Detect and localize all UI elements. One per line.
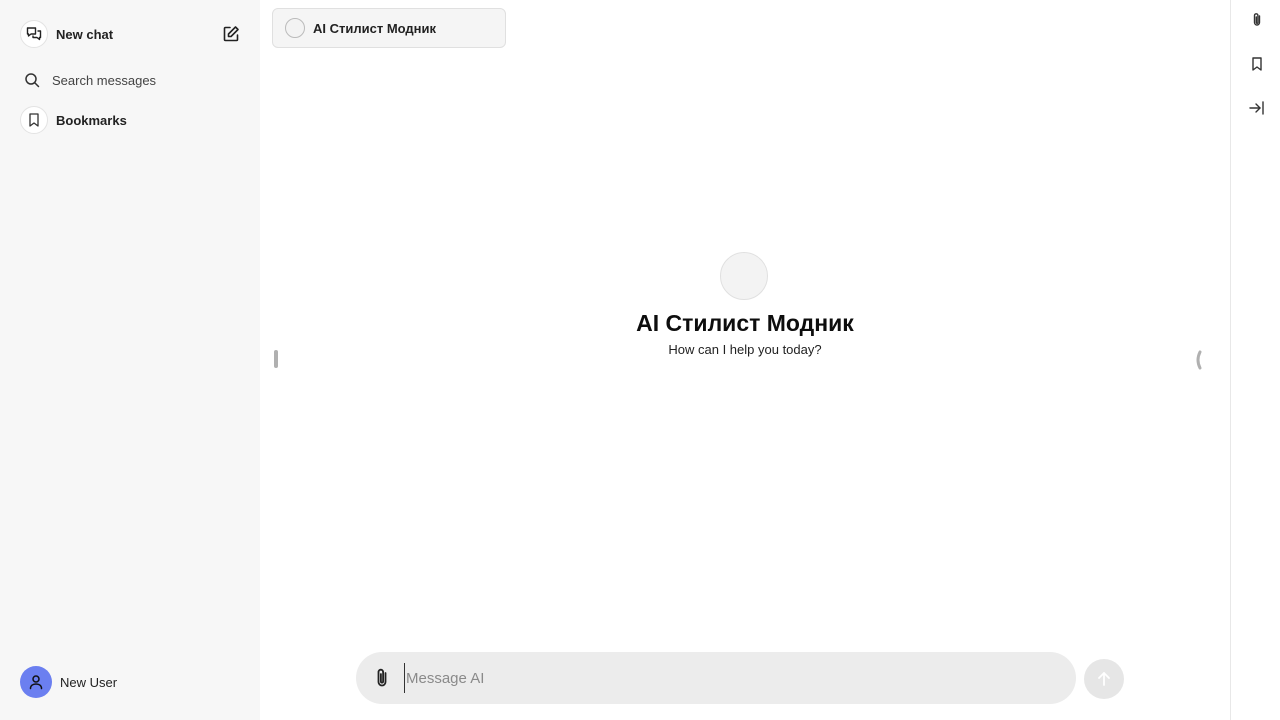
chat-bubbles-icon [20, 20, 48, 48]
avatar [20, 666, 52, 698]
model-selector-label: AI Стилист Модник [313, 20, 437, 36]
app-root: New chat Search messages Bookmarks New U… [0, 0, 1280, 720]
paperclip-icon[interactable] [368, 664, 396, 692]
model-selector[interactable]: AI Стилист Модник [272, 8, 506, 48]
user-icon [29, 675, 43, 690]
right-rail [1230, 0, 1280, 720]
edit-icon[interactable] [220, 23, 242, 45]
search-icon [20, 68, 44, 92]
bookmarks-button[interactable]: Bookmarks [20, 106, 242, 134]
message-composer [356, 652, 1076, 704]
bookmarks-label: Bookmarks [56, 112, 127, 128]
user-name: New User [60, 674, 118, 690]
paperclip-icon[interactable] [1247, 10, 1267, 30]
model-avatar [285, 18, 305, 38]
chat-main: AI Стилист Модник AI Стилист Модник How … [260, 0, 1230, 720]
message-input[interactable] [404, 663, 1076, 693]
assistant-avatar [720, 252, 768, 300]
search-messages-button[interactable]: Search messages [20, 68, 242, 92]
bookmark-icon [20, 106, 48, 134]
sidebar: New chat Search messages Bookmarks New U… [0, 0, 260, 720]
user-menu-button[interactable]: New User [20, 666, 242, 698]
assistant-greeting: How can I help you today? [668, 342, 822, 357]
new-chat-button[interactable]: New chat [20, 20, 242, 48]
send-button[interactable] [1084, 659, 1124, 699]
assistant-title: AI Стилист Модник [636, 310, 854, 336]
search-messages-label: Search messages [52, 72, 157, 88]
new-chat-label: New chat [56, 26, 114, 42]
arrow-right-bar-icon[interactable] [1247, 98, 1267, 118]
bookmark-icon[interactable] [1247, 54, 1267, 74]
arrow-up-icon [1098, 672, 1110, 686]
